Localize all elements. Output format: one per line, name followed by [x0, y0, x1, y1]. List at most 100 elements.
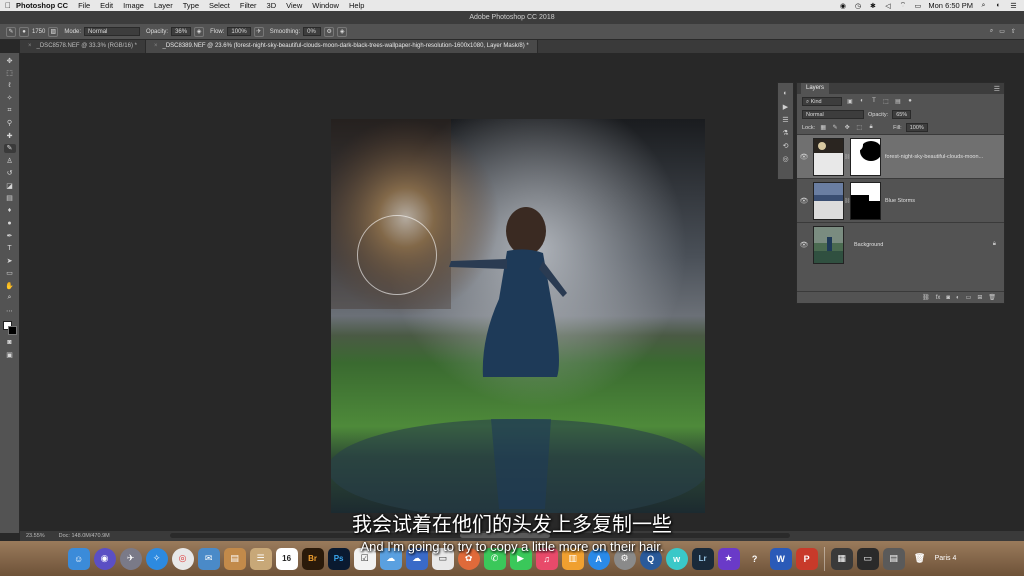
layer-name[interactable]: Background [854, 242, 883, 248]
color-swatches[interactable] [2, 320, 17, 335]
fill-input[interactable]: 100% [905, 123, 928, 132]
visibility-eye-icon[interactable]: 👁︎ [797, 241, 811, 249]
opacity-input[interactable]: 36% [171, 27, 192, 36]
marquee-tool-icon[interactable]: ⬚ [4, 69, 16, 78]
menu-image[interactable]: Image [123, 1, 144, 10]
menu-type[interactable]: Type [183, 1, 199, 10]
brush-tool-preset-icon[interactable]: ✎ [6, 26, 16, 37]
lasso-tool-icon[interactable]: ℓ [4, 81, 16, 90]
zoom-tool-icon[interactable]: ⌕ [4, 294, 16, 303]
filter-toggle-icon[interactable]: ● [906, 97, 914, 105]
menu-window[interactable]: Window [312, 1, 339, 10]
close-tab-icon[interactable]: × [28, 43, 32, 49]
wifi-icon[interactable]: ⌔ [898, 2, 907, 9]
spotlight-icon[interactable]: ⌕ [979, 2, 988, 9]
menu-filter[interactable]: Filter [240, 1, 257, 10]
time-machine-icon[interactable]: ◷ [853, 2, 862, 10]
menu-help[interactable]: Help [349, 1, 364, 10]
mode-select[interactable]: Normal [84, 27, 141, 36]
menu-clock[interactable]: Mon 6:50 PM [928, 1, 973, 10]
dodge-tool-icon[interactable]: ● [4, 219, 16, 228]
lock-image-icon[interactable]: ✎ [831, 124, 839, 132]
type-tool-icon[interactable]: T [4, 244, 16, 253]
add-mask-icon[interactable]: ◙ [946, 295, 950, 301]
brush-preset-picker-icon[interactable]: ● [19, 26, 29, 37]
menu-app-name[interactable]: Photoshop CC [16, 1, 68, 10]
new-group-icon[interactable]: ▭ [966, 294, 972, 301]
crop-tool-icon[interactable]: ⌗ [4, 106, 16, 115]
layer-opacity-input[interactable]: 65% [892, 110, 912, 119]
layer-name[interactable]: forest-night-sky-beautiful-clouds-moon..… [885, 154, 983, 160]
battery-icon[interactable]: ▭ [913, 2, 922, 10]
airbrush-icon[interactable]: ✈ [253, 26, 264, 37]
layer-lock-icon[interactable]: 🔒︎ [993, 241, 996, 248]
pen-tool-icon[interactable]: ✒ [4, 231, 16, 240]
lock-transparent-icon[interactable]: ▦ [819, 124, 827, 132]
layer-thumbnail[interactable] [813, 181, 844, 220]
move-tool-icon[interactable]: ✥ [4, 56, 16, 65]
brush-tool-icon[interactable]: ✎ [3, 143, 16, 153]
background-color-swatch[interactable] [7, 325, 17, 335]
healing-brush-tool-icon[interactable]: ✚ [4, 131, 16, 140]
layer-row-background[interactable]: 👁︎ Background 🔒︎ [797, 222, 1004, 266]
menu-view[interactable]: View [286, 1, 302, 10]
blend-mode-select[interactable]: Normal [802, 110, 864, 119]
clone-stamp-tool-icon[interactable]: ♙ [4, 156, 16, 165]
layer-mask-thumbnail[interactable] [850, 181, 881, 220]
hand-tool-icon[interactable]: ✋ [4, 281, 16, 290]
eraser-tool-icon[interactable]: ◪ [4, 181, 16, 190]
menu-file[interactable]: File [78, 1, 90, 10]
screen-mode-icon[interactable]: ▣ [4, 351, 16, 360]
tab-dsc8578[interactable]: × _DSC8578.NEF @ 33.3% (RGB/16) * [20, 40, 146, 53]
adjustments-panel-icon[interactable]: ☰ [781, 115, 791, 124]
pressure-opacity-icon[interactable]: ◈ [194, 26, 205, 37]
volume-icon[interactable]: ◁ [883, 2, 892, 10]
menu-edit[interactable]: Edit [100, 1, 113, 10]
lock-all-icon[interactable]: 🔒︎ [867, 124, 875, 132]
color-panel-icon[interactable]: ◐ [781, 89, 791, 98]
panel-menu-icon[interactable]: ☰ [994, 85, 1000, 93]
history-brush-tool-icon[interactable]: ↺ [4, 169, 16, 178]
shape-tool-icon[interactable]: ▭ [4, 269, 16, 278]
actions-panel-icon[interactable]: ▶ [781, 102, 791, 111]
filter-type-icon[interactable]: T [870, 97, 878, 105]
lock-position-icon[interactable]: ✥ [843, 124, 851, 132]
flow-input[interactable]: 100% [227, 27, 251, 36]
lock-artboard-icon[interactable]: ⬚ [855, 124, 863, 132]
path-selection-tool-icon[interactable]: ➤ [4, 256, 16, 265]
visibility-eye-icon[interactable]: 👁︎ [797, 153, 811, 161]
eyedropper-tool-icon[interactable]: ⚲ [4, 119, 16, 128]
layer-mask-thumbnail[interactable] [850, 137, 881, 176]
workspace-switcher-icon[interactable]: ▭ [999, 28, 1005, 35]
siri-icon[interactable]: ◐ [994, 2, 1003, 9]
layer-style-icon[interactable]: fx [936, 295, 941, 301]
layer-thumbnail[interactable] [813, 137, 844, 176]
notification-center-icon[interactable]: ☰ [1009, 2, 1018, 10]
new-layer-icon[interactable]: ⊞ [977, 294, 982, 301]
tab-dsc8389[interactable]: × _DSC8389.NEF @ 23.6% (forest-night-sky-… [145, 40, 538, 53]
smoothing-input[interactable]: 0% [303, 27, 322, 36]
pressure-size-icon[interactable]: ◈ [337, 26, 348, 37]
history-panel-icon[interactable]: ⟲ [781, 141, 791, 150]
brush-settings-icon[interactable]: ▨ [48, 26, 59, 37]
layer-thumbnail[interactable] [813, 225, 844, 264]
layer-row-forest[interactable]: 👁︎ ⛓︎ forest-night-sky-beautiful-clouds-… [797, 134, 1004, 178]
properties-panel-icon[interactable]: ⚗ [781, 128, 791, 137]
bluetooth-icon[interactable]: ✱ [868, 2, 877, 10]
menu-layer[interactable]: Layer [154, 1, 173, 10]
link-layers-icon[interactable]: ⛓︎ [922, 294, 930, 301]
document-canvas-image[interactable] [331, 119, 705, 513]
layer-name[interactable]: Blue Storms [885, 198, 915, 204]
visibility-eye-icon[interactable]: 👁︎ [797, 197, 811, 205]
layers-panel-icon[interactable]: ◎ [781, 154, 791, 163]
delete-layer-icon[interactable]: 🗑︎ [988, 294, 996, 301]
smoothing-settings-icon[interactable]: ⚙ [324, 26, 335, 37]
menu-3d[interactable]: 3D [267, 1, 277, 10]
filter-shape-icon[interactable]: ⬚ [882, 97, 890, 105]
layer-row-blue-storms[interactable]: 👁︎ ⛓︎ Blue Storms [797, 178, 1004, 222]
new-adjustment-layer-icon[interactable]: ◐ [956, 295, 960, 301]
record-icon[interactable]: ◉ [838, 2, 847, 10]
workspace-search-icon[interactable]: ⌕ [990, 28, 993, 35]
filter-smart-object-icon[interactable]: ▤ [894, 97, 902, 105]
quick-selection-tool-icon[interactable]: ✧ [4, 94, 16, 103]
